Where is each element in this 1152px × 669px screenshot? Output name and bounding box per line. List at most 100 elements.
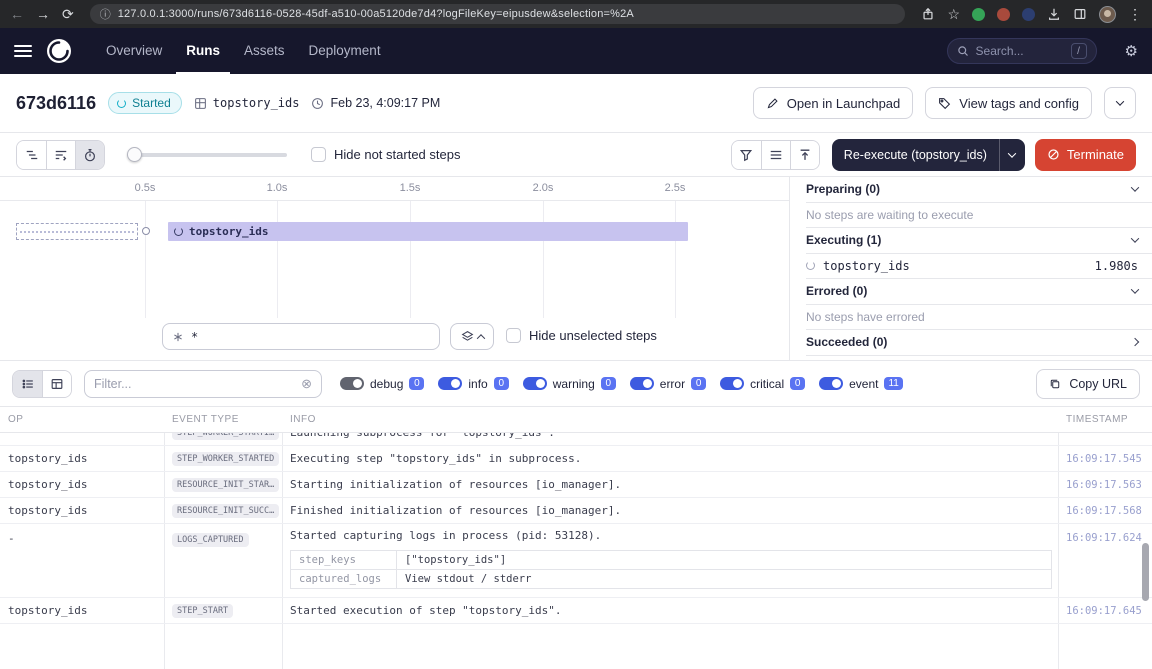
log-timestamp[interactable]: 16:09:17.645 bbox=[1058, 605, 1152, 617]
executing-step-row[interactable]: topstory_ids 1.980s bbox=[806, 254, 1152, 280]
step-spinner-icon bbox=[806, 261, 815, 270]
scroll-to-top-button[interactable] bbox=[790, 141, 819, 169]
section-succeeded[interactable]: Succeeded (0) bbox=[806, 330, 1152, 356]
level-label: warning bbox=[553, 377, 595, 391]
view-stdout-stderr-link[interactable]: View stdout / stderr bbox=[397, 570, 539, 588]
bookmark-star-icon[interactable]: ☆ bbox=[947, 7, 960, 21]
clear-filter-icon[interactable]: ⊗ bbox=[301, 376, 312, 392]
chevron-down-icon bbox=[1116, 97, 1124, 105]
log-structured-view-button[interactable] bbox=[42, 371, 71, 397]
section-executing[interactable]: Executing (1) bbox=[806, 228, 1152, 254]
global-search[interactable]: Search... / bbox=[947, 38, 1097, 64]
hide-unselected-checkbox[interactable]: Hide unselected steps bbox=[506, 328, 657, 343]
level-chip-debug[interactable]: debug 0 bbox=[340, 377, 424, 391]
level-count-badge: 0 bbox=[601, 377, 616, 390]
log-op[interactable]: topstory_ids bbox=[0, 504, 164, 517]
back-icon[interactable]: ← bbox=[10, 7, 24, 21]
log-timestamp[interactable]: 16:09:17.624 bbox=[1058, 529, 1152, 544]
log-info: Finished initialization of resources [io… bbox=[282, 504, 1058, 517]
gear-icon[interactable]: ⚙ bbox=[1125, 42, 1138, 60]
step-selector-input[interactable] bbox=[162, 323, 440, 350]
log-timestamp[interactable]: 16:09:17.563 bbox=[1058, 479, 1152, 491]
run-more-actions-button[interactable] bbox=[1104, 87, 1136, 119]
log-op: - bbox=[0, 529, 164, 545]
log-event-type: RESOURCE_INIT_STAR… bbox=[164, 477, 282, 492]
extension-icon-3[interactable] bbox=[1022, 8, 1035, 21]
event-toggle[interactable] bbox=[819, 377, 843, 390]
section-errored-title: Errored (0) bbox=[806, 284, 867, 298]
reexecute-split-button: Re-execute (topstory_ids) bbox=[832, 139, 1025, 171]
view-mode-waterfall-button[interactable] bbox=[46, 141, 75, 169]
nav-item-deployment[interactable]: Deployment bbox=[299, 28, 391, 74]
graph-options-button[interactable] bbox=[450, 323, 494, 350]
reload-icon[interactable]: ⟳ bbox=[62, 7, 74, 21]
download-icon[interactable] bbox=[1047, 7, 1061, 21]
log-table: OP EVENT TYPE INFO TIMESTAMP STEP_WORKER… bbox=[0, 406, 1152, 669]
chevron-down-icon bbox=[1131, 286, 1139, 294]
log-row: topstory_ids STEP_START Started executio… bbox=[0, 598, 1152, 624]
funnel-filter-button[interactable] bbox=[732, 141, 761, 169]
reexecute-button[interactable]: Re-execute (topstory_ids) bbox=[832, 139, 999, 171]
run-job-link[interactable]: topstory_ids bbox=[194, 96, 300, 110]
row-density-button[interactable] bbox=[761, 141, 790, 169]
nav-item-runs[interactable]: Runs bbox=[176, 28, 230, 74]
url-bar[interactable]: ⓘ 127.0.0.1:3000/runs/673d6116-0528-45df… bbox=[90, 4, 906, 24]
log-list-view-button[interactable] bbox=[13, 371, 42, 397]
gantt-step-bar[interactable]: topstory_ids bbox=[168, 222, 688, 241]
critical-toggle[interactable] bbox=[720, 377, 744, 390]
log-timestamp[interactable]: 16:09:17.568 bbox=[1058, 505, 1152, 517]
slider-knob[interactable] bbox=[127, 147, 142, 162]
view-mode-duration-button[interactable] bbox=[75, 141, 104, 169]
gantt-queued-marker bbox=[16, 223, 138, 240]
log-op[interactable]: topstory_ids bbox=[0, 604, 164, 617]
nav-item-assets[interactable]: Assets bbox=[234, 28, 295, 74]
hamburger-menu-icon[interactable] bbox=[14, 45, 32, 57]
level-chip-info[interactable]: info 0 bbox=[438, 377, 508, 391]
hide-not-started-checkbox[interactable]: Hide not started steps bbox=[311, 147, 460, 162]
checkbox-box[interactable] bbox=[311, 147, 326, 162]
split-window-icon[interactable] bbox=[1073, 7, 1087, 21]
extension-icon-1[interactable] bbox=[972, 8, 985, 21]
checkbox-box[interactable] bbox=[506, 328, 521, 343]
log-timestamp[interactable]: 16:09:17.545 bbox=[1058, 453, 1152, 465]
level-label: critical bbox=[750, 377, 784, 391]
nav-item-overview[interactable]: Overview bbox=[96, 28, 172, 74]
extension-icon-2[interactable] bbox=[997, 8, 1010, 21]
view-tags-config-button[interactable]: View tags and config bbox=[925, 87, 1092, 119]
browser-profile-avatar[interactable] bbox=[1099, 6, 1116, 23]
section-errored[interactable]: Errored (0) bbox=[806, 279, 1152, 305]
run-start-time-label: Feb 23, 4:09:17 PM bbox=[330, 96, 440, 110]
log-table-header: OP EVENT TYPE INFO TIMESTAMP bbox=[0, 407, 1152, 433]
info-toggle[interactable] bbox=[438, 377, 462, 390]
level-chip-warning[interactable]: warning 0 bbox=[523, 377, 616, 391]
debug-toggle[interactable] bbox=[340, 377, 364, 390]
log-row: topstory_ids RESOURCE_INIT_SUCC… Finishe… bbox=[0, 498, 1152, 524]
run-id-title: 673d6116 bbox=[16, 93, 96, 114]
gantt-zoom-slider[interactable] bbox=[127, 141, 287, 169]
warning-toggle[interactable] bbox=[523, 377, 547, 390]
level-chip-event[interactable]: event 11 bbox=[819, 377, 903, 391]
forward-icon[interactable]: → bbox=[36, 7, 50, 21]
browser-menu-icon[interactable]: ⋮ bbox=[1128, 7, 1142, 21]
step-selector-value[interactable] bbox=[191, 330, 430, 344]
log-event-type: STEP_WORKER_STARTI… bbox=[164, 433, 282, 440]
level-label: error bbox=[660, 377, 685, 391]
level-chip-error[interactable]: error 0 bbox=[630, 377, 706, 391]
copy-url-button[interactable]: Copy URL bbox=[1036, 369, 1140, 399]
view-mode-flat-button[interactable] bbox=[17, 141, 46, 169]
run-start-time: Feb 23, 4:09:17 PM bbox=[311, 96, 440, 110]
terminate-button[interactable]: Terminate bbox=[1035, 139, 1136, 171]
level-chip-critical[interactable]: critical 0 bbox=[720, 377, 805, 391]
log-op[interactable]: topstory_ids bbox=[0, 452, 164, 465]
reexecute-dropdown-button[interactable] bbox=[999, 139, 1025, 171]
share-icon[interactable] bbox=[921, 7, 935, 21]
error-toggle[interactable] bbox=[630, 377, 654, 390]
log-filter-input[interactable]: ⊗ bbox=[84, 370, 322, 398]
site-info-icon[interactable]: ⓘ bbox=[100, 6, 111, 22]
log-scrollbar[interactable] bbox=[1142, 543, 1149, 601]
log-op[interactable]: topstory_ids bbox=[0, 478, 164, 491]
log-filter-field[interactable] bbox=[94, 377, 295, 391]
open-in-launchpad-label: Open in Launchpad bbox=[787, 96, 900, 111]
section-preparing[interactable]: Preparing (0) bbox=[806, 177, 1152, 203]
open-in-launchpad-button[interactable]: Open in Launchpad bbox=[753, 87, 913, 119]
